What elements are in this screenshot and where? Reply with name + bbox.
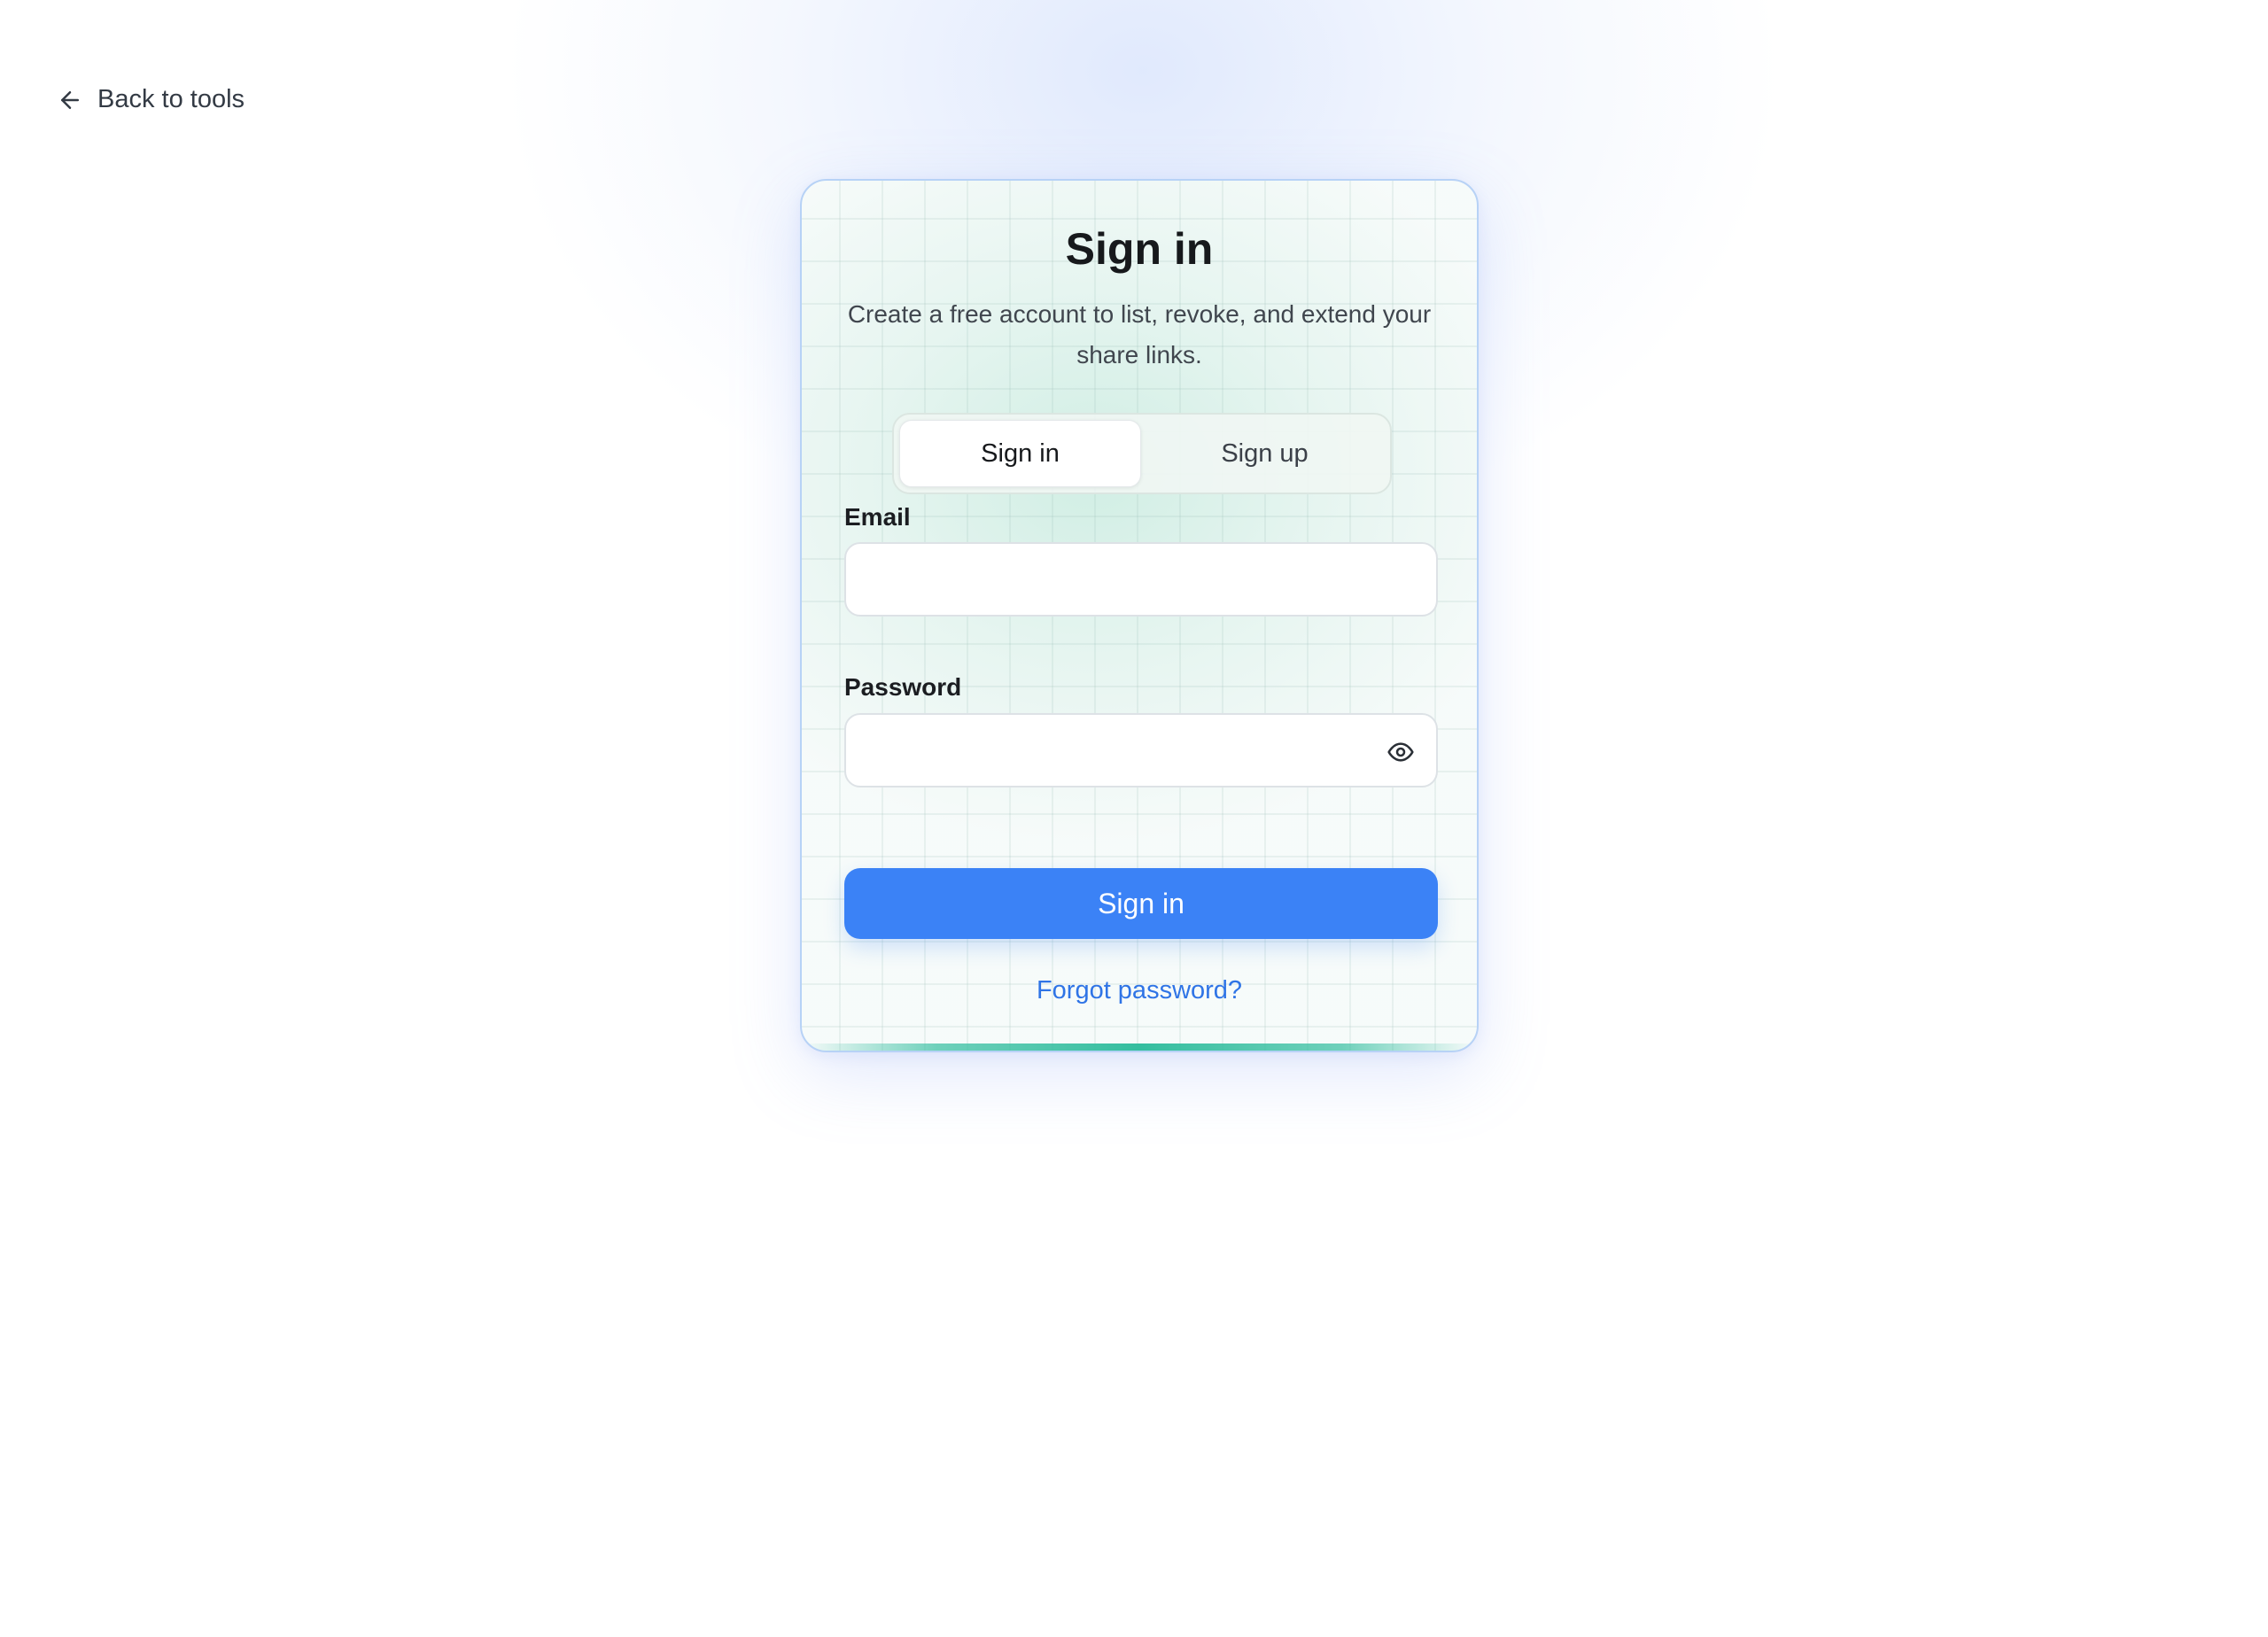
forgot-password-link[interactable]: Forgot password? bbox=[802, 976, 1477, 1005]
back-to-tools-link[interactable]: Back to tools bbox=[57, 85, 245, 114]
password-input[interactable] bbox=[846, 715, 1436, 786]
auth-tabs: Sign in Sign up bbox=[892, 413, 1392, 494]
password-label: Password bbox=[844, 673, 962, 701]
tab-sign-up[interactable]: Sign up bbox=[1145, 420, 1385, 487]
password-input-wrapper bbox=[844, 713, 1438, 787]
sign-in-button[interactable]: Sign in bbox=[844, 868, 1438, 939]
tab-sign-in[interactable]: Sign in bbox=[899, 420, 1141, 487]
email-input[interactable] bbox=[846, 544, 1436, 615]
auth-card: Sign in Create a free account to list, r… bbox=[800, 179, 1479, 1052]
card-title: Sign in bbox=[1065, 224, 1214, 274]
eye-icon[interactable] bbox=[1386, 738, 1415, 766]
card-subtitle: Create a free account to list, revoke, a… bbox=[847, 300, 1432, 369]
email-label: Email bbox=[844, 503, 911, 531]
arrow-left-icon bbox=[57, 87, 83, 113]
back-link-label: Back to tools bbox=[97, 85, 245, 113]
card-accent-bar bbox=[802, 1043, 1477, 1051]
email-input-wrapper bbox=[844, 542, 1438, 617]
